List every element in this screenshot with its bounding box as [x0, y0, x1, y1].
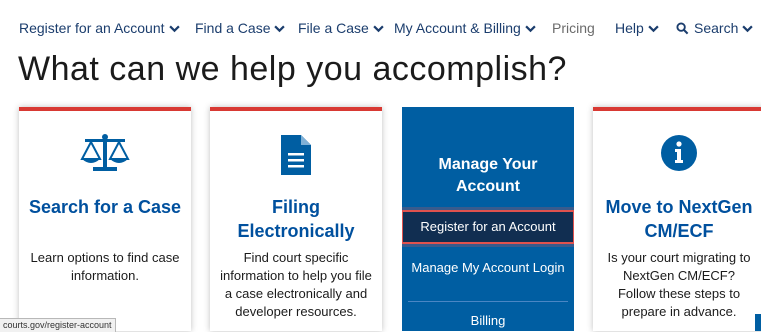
card-filing-icon-wrap — [210, 133, 382, 177]
chevron-down-icon — [274, 25, 286, 32]
card-nextgen-icon-wrap — [593, 133, 761, 177]
link-billing[interactable]: Billing — [402, 312, 574, 330]
nav-find-case[interactable]: Find a Case — [195, 20, 286, 36]
nav-pricing[interactable]: Pricing — [552, 20, 595, 36]
card-search-title: Search for a Case — [28, 197, 182, 217]
card-filing-electronically[interactable]: Filing Electronically Find court specifi… — [210, 107, 382, 331]
card-manage-title: Manage Your Account — [438, 156, 538, 195]
card-search-case[interactable]: Search for a Case Learn options to find … — [19, 107, 191, 331]
nav-my-account-billing-label: My Account & Billing — [394, 20, 521, 36]
nav-file-case[interactable]: File a Case — [298, 20, 384, 36]
document-icon — [281, 135, 311, 175]
nav-help[interactable]: Help — [615, 20, 659, 36]
nav-register-account[interactable]: Register for an Account — [19, 20, 180, 36]
link-manage-login[interactable]: Manage My Account Login — [402, 259, 574, 277]
link-register-account[interactable]: Register for an Account — [402, 210, 574, 244]
nav-help-label: Help — [615, 20, 644, 36]
nav-pricing-label: Pricing — [552, 20, 595, 36]
nav-register-account-label: Register for an Account — [19, 20, 165, 36]
card-filing-title: Filing Electronically — [237, 197, 355, 241]
status-bar-url: courts.gov/register-account — [0, 318, 116, 332]
search-icon — [676, 21, 689, 34]
card-search-icon-wrap — [19, 133, 191, 177]
chevron-down-icon — [525, 25, 536, 32]
card-nextgen-title: Move to NextGen CM/ECF — [605, 197, 753, 241]
nav-find-case-label: Find a Case — [195, 20, 271, 36]
nav-file-case-label: File a Case — [298, 20, 369, 36]
card-nextgen[interactable]: Move to NextGen CM/ECF Is your court mig… — [593, 107, 761, 331]
page-headline: What can we help you accomplish? — [18, 50, 567, 88]
card-manage-account: Manage Your Account Register for an Acco… — [402, 107, 574, 331]
card-search-desc: Learn options to find case information. — [30, 250, 180, 283]
top-navigation: Register for an Account Find a Case File… — [0, 0, 761, 52]
nav-my-account-billing[interactable]: My Account & Billing — [394, 20, 536, 36]
info-icon — [661, 135, 697, 171]
chevron-down-icon — [648, 25, 659, 32]
feedback-tab-edge[interactable] — [755, 314, 761, 331]
card-nextgen-desc: Is your court migrating to NextGen CM/EC… — [607, 250, 751, 319]
scales-icon — [80, 134, 130, 171]
chevron-down-icon — [742, 25, 754, 32]
menu-divider — [408, 301, 568, 302]
chevron-down-icon — [168, 25, 180, 32]
nav-search-label: Search — [694, 20, 739, 36]
nav-search[interactable]: Search — [676, 20, 754, 36]
card-filing-desc: Find court specific information to help … — [220, 250, 372, 319]
chevron-down-icon — [373, 25, 384, 32]
